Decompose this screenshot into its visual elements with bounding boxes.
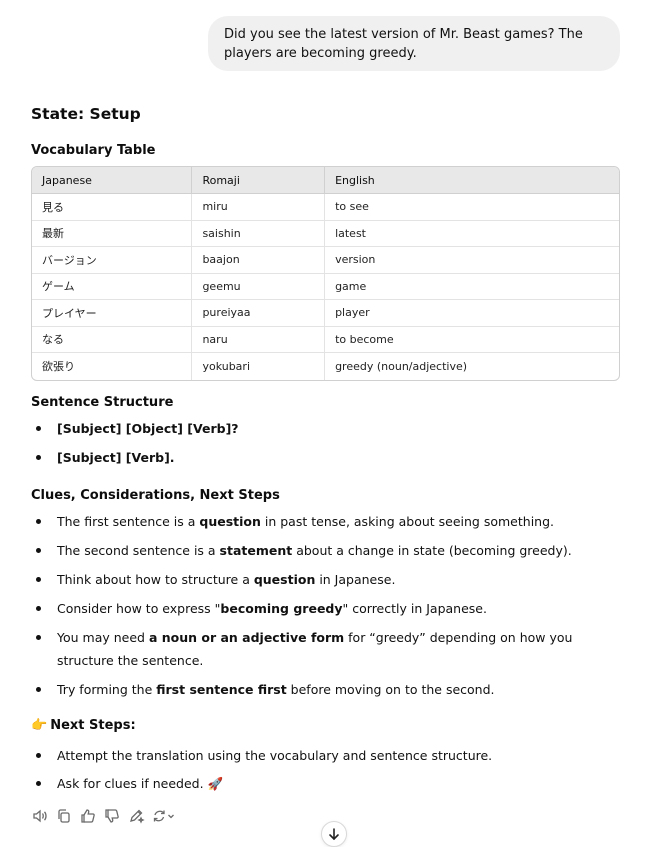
clues-heading: Clues, Considerations, Next Steps (31, 488, 280, 503)
english-cell: player (325, 300, 619, 327)
japanese-cell: 見る (32, 194, 193, 221)
japanese-cell: 最新 (32, 220, 193, 247)
romaji-cell: saishin (192, 220, 326, 247)
list-item: Consider how to express "becoming greedy… (0, 597, 617, 620)
english-cell: to see (325, 194, 619, 221)
list-item: The second sentence is a statement about… (0, 539, 617, 562)
table-row: なる naru to become (32, 326, 619, 353)
user-message-text: Did you see the latest version of Mr. Be… (224, 27, 583, 61)
english-cell: to become (325, 327, 619, 353)
english-cell: game (325, 274, 619, 300)
column-header-japanese: Japanese (32, 167, 193, 194)
list-item: Ask for clues if needed. 🚀 (0, 772, 617, 795)
pointing-hand-icon: 👉 (31, 718, 48, 733)
sentence-structure-list: [Subject] [Object] [Verb]? [Subject] [Ve… (0, 417, 617, 469)
vocabulary-heading: Vocabulary Table (31, 143, 156, 158)
copy-icon[interactable] (55, 807, 73, 825)
romaji-cell: geemu (192, 273, 326, 300)
thumbs-down-icon[interactable] (103, 807, 121, 825)
japanese-cell: ゲーム (32, 273, 193, 300)
romaji-cell: baajon (192, 247, 326, 274)
list-item: Attempt the translation using the vocabu… (0, 744, 617, 767)
state-title: State: Setup (31, 105, 141, 123)
japanese-cell: バージョン (32, 247, 193, 274)
next-steps-heading: 👉 Next Steps: (31, 718, 136, 733)
romaji-cell: yokubari (192, 353, 326, 380)
list-item: Try forming the first sentence first bef… (0, 678, 617, 701)
table-row: 見る miru to see (32, 194, 619, 221)
user-message-bubble: Did you see the latest version of Mr. Be… (208, 16, 620, 71)
scroll-down-button[interactable] (321, 821, 347, 847)
edit-icon[interactable] (127, 807, 145, 825)
japanese-cell: プレイヤー (32, 300, 193, 327)
vocabulary-table: Japanese Romaji English 見る miru to see 最新 s… (31, 166, 620, 381)
table-row: ゲーム geemu game (32, 273, 619, 300)
clues-list: The first sentence is a question in past… (0, 510, 617, 701)
japanese-cell: なる (32, 326, 193, 353)
table-row: バージョン baajon version (32, 247, 619, 274)
sentence-structure-heading: Sentence Structure (31, 395, 174, 410)
romaji-cell: pureiyaa (192, 300, 326, 327)
thumbs-up-icon[interactable] (79, 807, 97, 825)
table-header-row: Japanese Romaji English (32, 167, 619, 194)
speaker-icon[interactable] (31, 807, 49, 825)
column-header-english: English (325, 167, 619, 194)
table-row: 最新 saishin latest (32, 220, 619, 247)
next-steps-list: Attempt the translation using the vocabu… (0, 744, 617, 795)
list-item: The first sentence is a question in past… (0, 510, 617, 533)
english-cell: version (325, 247, 619, 274)
table-row: 欲張り yokubari greedy (noun/adjective) (32, 353, 619, 380)
regenerate-icon[interactable] (151, 807, 177, 825)
japanese-cell: 欲張り (32, 353, 193, 380)
english-cell: greedy (noun/adjective) (335, 359, 468, 373)
english-cell: latest (325, 221, 619, 247)
list-item: [Subject] [Object] [Verb]? (0, 417, 617, 440)
romaji-cell: miru (192, 194, 326, 221)
list-item: You may need a noun or an adjective form… (0, 626, 617, 672)
list-item: [Subject] [Verb]. (0, 446, 617, 469)
romaji-cell: naru (192, 326, 326, 353)
list-item: Think about how to structure a question … (0, 568, 617, 591)
table-row: プレイヤー pureiyaa player (32, 300, 619, 327)
column-header-romaji: Romaji (192, 167, 326, 194)
